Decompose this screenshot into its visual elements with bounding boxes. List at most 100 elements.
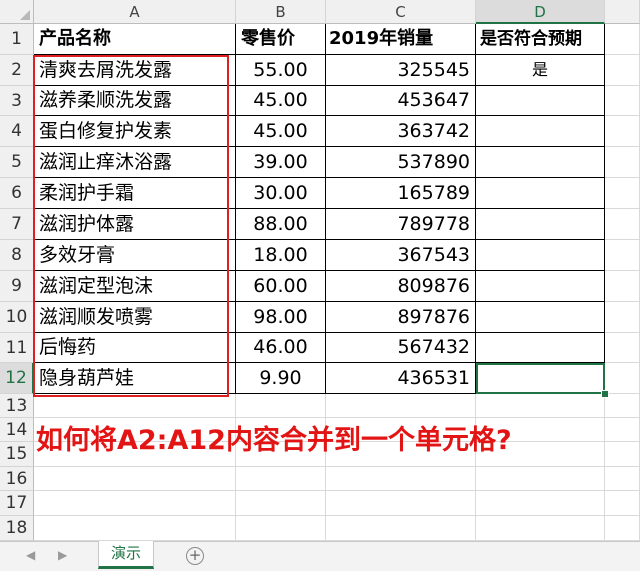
empty-cell[interactable]: [605, 86, 640, 116]
empty-cell[interactable]: [605, 442, 640, 467]
fill-handle[interactable]: [601, 390, 609, 398]
empty-cell[interactable]: [605, 491, 640, 516]
empty-cell[interactable]: [605, 209, 640, 240]
cell-d12[interactable]: [476, 363, 605, 394]
cell-b6[interactable]: 30.00: [236, 178, 326, 209]
empty-cell[interactable]: [326, 491, 476, 516]
cell-b5[interactable]: 39.00: [236, 147, 326, 178]
cell-c11[interactable]: 567432: [326, 333, 476, 363]
cell-c10[interactable]: 897876: [326, 302, 476, 333]
empty-cell[interactable]: [605, 516, 640, 541]
row-header-1[interactable]: 1: [0, 24, 34, 55]
select-all-corner[interactable]: [0, 0, 34, 24]
empty-cell[interactable]: [236, 491, 326, 516]
row-header-18[interactable]: 18: [0, 516, 34, 541]
empty-cell[interactable]: [476, 467, 605, 491]
cell-d5[interactable]: [476, 147, 605, 178]
cell-b11[interactable]: 46.00: [236, 333, 326, 363]
cell-c9[interactable]: 809876: [326, 271, 476, 302]
cell-d8[interactable]: [476, 240, 605, 271]
sheet-tab-demo[interactable]: 演示: [98, 541, 154, 569]
cell-d6[interactable]: [476, 178, 605, 209]
row-header-15[interactable]: 15: [0, 442, 34, 467]
cell-a2[interactable]: 清爽去屑洗发露: [34, 55, 236, 86]
column-header-a[interactable]: A: [34, 0, 236, 24]
row-header-5[interactable]: 5: [0, 147, 34, 178]
row-header-8[interactable]: 8: [0, 240, 34, 271]
header-cell-b[interactable]: 零售价: [236, 24, 326, 55]
cell-d2[interactable]: 是: [476, 55, 605, 86]
add-sheet-icon[interactable]: +: [186, 547, 204, 565]
cell-c8[interactable]: 367543: [326, 240, 476, 271]
empty-cell[interactable]: [605, 147, 640, 178]
cell-c3[interactable]: 453647: [326, 86, 476, 116]
row-header-2[interactable]: 2: [0, 55, 34, 86]
row-header-16[interactable]: 16: [0, 467, 34, 491]
empty-cell[interactable]: [605, 363, 640, 394]
spreadsheet-grid[interactable]: A B C D 1 2 3 4 5 6 7 8 9 10 11 12 13 14 15 16 17 18 产品名称…: [0, 0, 640, 541]
cell-b8[interactable]: 18.00: [236, 240, 326, 271]
cell-c2[interactable]: 325545: [326, 55, 476, 86]
cell-d9[interactable]: [476, 271, 605, 302]
empty-cell[interactable]: [34, 467, 236, 491]
column-header-c[interactable]: C: [326, 0, 476, 24]
sheet-nav-prev-icon[interactable]: ◀: [26, 548, 35, 562]
cell-a5[interactable]: 滋润止痒沐浴露: [34, 147, 236, 178]
empty-cell[interactable]: [34, 491, 236, 516]
empty-cell[interactable]: [236, 394, 326, 418]
empty-cell[interactable]: [326, 516, 476, 541]
empty-cell[interactable]: [326, 394, 476, 418]
cell-b7[interactable]: 88.00: [236, 209, 326, 240]
cell-b3[interactable]: 45.00: [236, 86, 326, 116]
header-cell-c[interactable]: 2019年销量: [326, 24, 476, 55]
cell-a3[interactable]: 滋养柔顺洗发露: [34, 86, 236, 116]
empty-cell[interactable]: [605, 394, 640, 418]
empty-cell[interactable]: [34, 516, 236, 541]
row-header-7[interactable]: 7: [0, 209, 34, 240]
cell-d3[interactable]: [476, 86, 605, 116]
row-header-13[interactable]: 13: [0, 394, 34, 418]
cell-a11[interactable]: 后悔药: [34, 333, 236, 363]
cell-b12[interactable]: 9.90: [236, 363, 326, 394]
cell-b2[interactable]: 55.00: [236, 55, 326, 86]
cell-a10[interactable]: 滋润顺发喷雾: [34, 302, 236, 333]
row-header-10[interactable]: 10: [0, 302, 34, 333]
empty-cell[interactable]: [236, 467, 326, 491]
empty-cell[interactable]: [605, 302, 640, 333]
empty-cell[interactable]: [605, 116, 640, 147]
row-header-14[interactable]: 14: [0, 418, 34, 442]
empty-cell[interactable]: [476, 516, 605, 541]
empty-cell[interactable]: [605, 418, 640, 442]
cell-d11[interactable]: [476, 333, 605, 363]
cell-a8[interactable]: 多效牙膏: [34, 240, 236, 271]
row-header-12[interactable]: 12: [0, 363, 34, 394]
cell-d10[interactable]: [476, 302, 605, 333]
cell-d4[interactable]: [476, 116, 605, 147]
cell-c6[interactable]: 165789: [326, 178, 476, 209]
empty-cell[interactable]: [605, 467, 640, 491]
header-cell-a[interactable]: 产品名称: [34, 24, 236, 55]
column-header-b[interactable]: B: [236, 0, 326, 24]
empty-cell[interactable]: [236, 516, 326, 541]
cell-c12[interactable]: 436531: [326, 363, 476, 394]
row-header-17[interactable]: 17: [0, 491, 34, 516]
empty-cell[interactable]: [34, 394, 236, 418]
row-header-6[interactable]: 6: [0, 178, 34, 209]
empty-cell[interactable]: [605, 55, 640, 86]
row-header-11[interactable]: 11: [0, 333, 34, 363]
empty-cell[interactable]: [605, 178, 640, 209]
empty-cell[interactable]: [605, 240, 640, 271]
row-header-3[interactable]: 3: [0, 86, 34, 116]
row-header-4[interactable]: 4: [0, 116, 34, 147]
row-header-9[interactable]: 9: [0, 271, 34, 302]
empty-cell[interactable]: [476, 491, 605, 516]
column-header-e[interactable]: [605, 0, 640, 24]
cell-c4[interactable]: 363742: [326, 116, 476, 147]
cell-a4[interactable]: 蛋白修复护发素: [34, 116, 236, 147]
column-header-d[interactable]: D: [476, 0, 605, 24]
sheet-nav-next-icon[interactable]: ▶: [58, 548, 67, 562]
cell-a9[interactable]: 滋润定型泡沫: [34, 271, 236, 302]
empty-cell[interactable]: [605, 24, 640, 55]
cell-a7[interactable]: 滋润护体露: [34, 209, 236, 240]
empty-cell[interactable]: [326, 467, 476, 491]
